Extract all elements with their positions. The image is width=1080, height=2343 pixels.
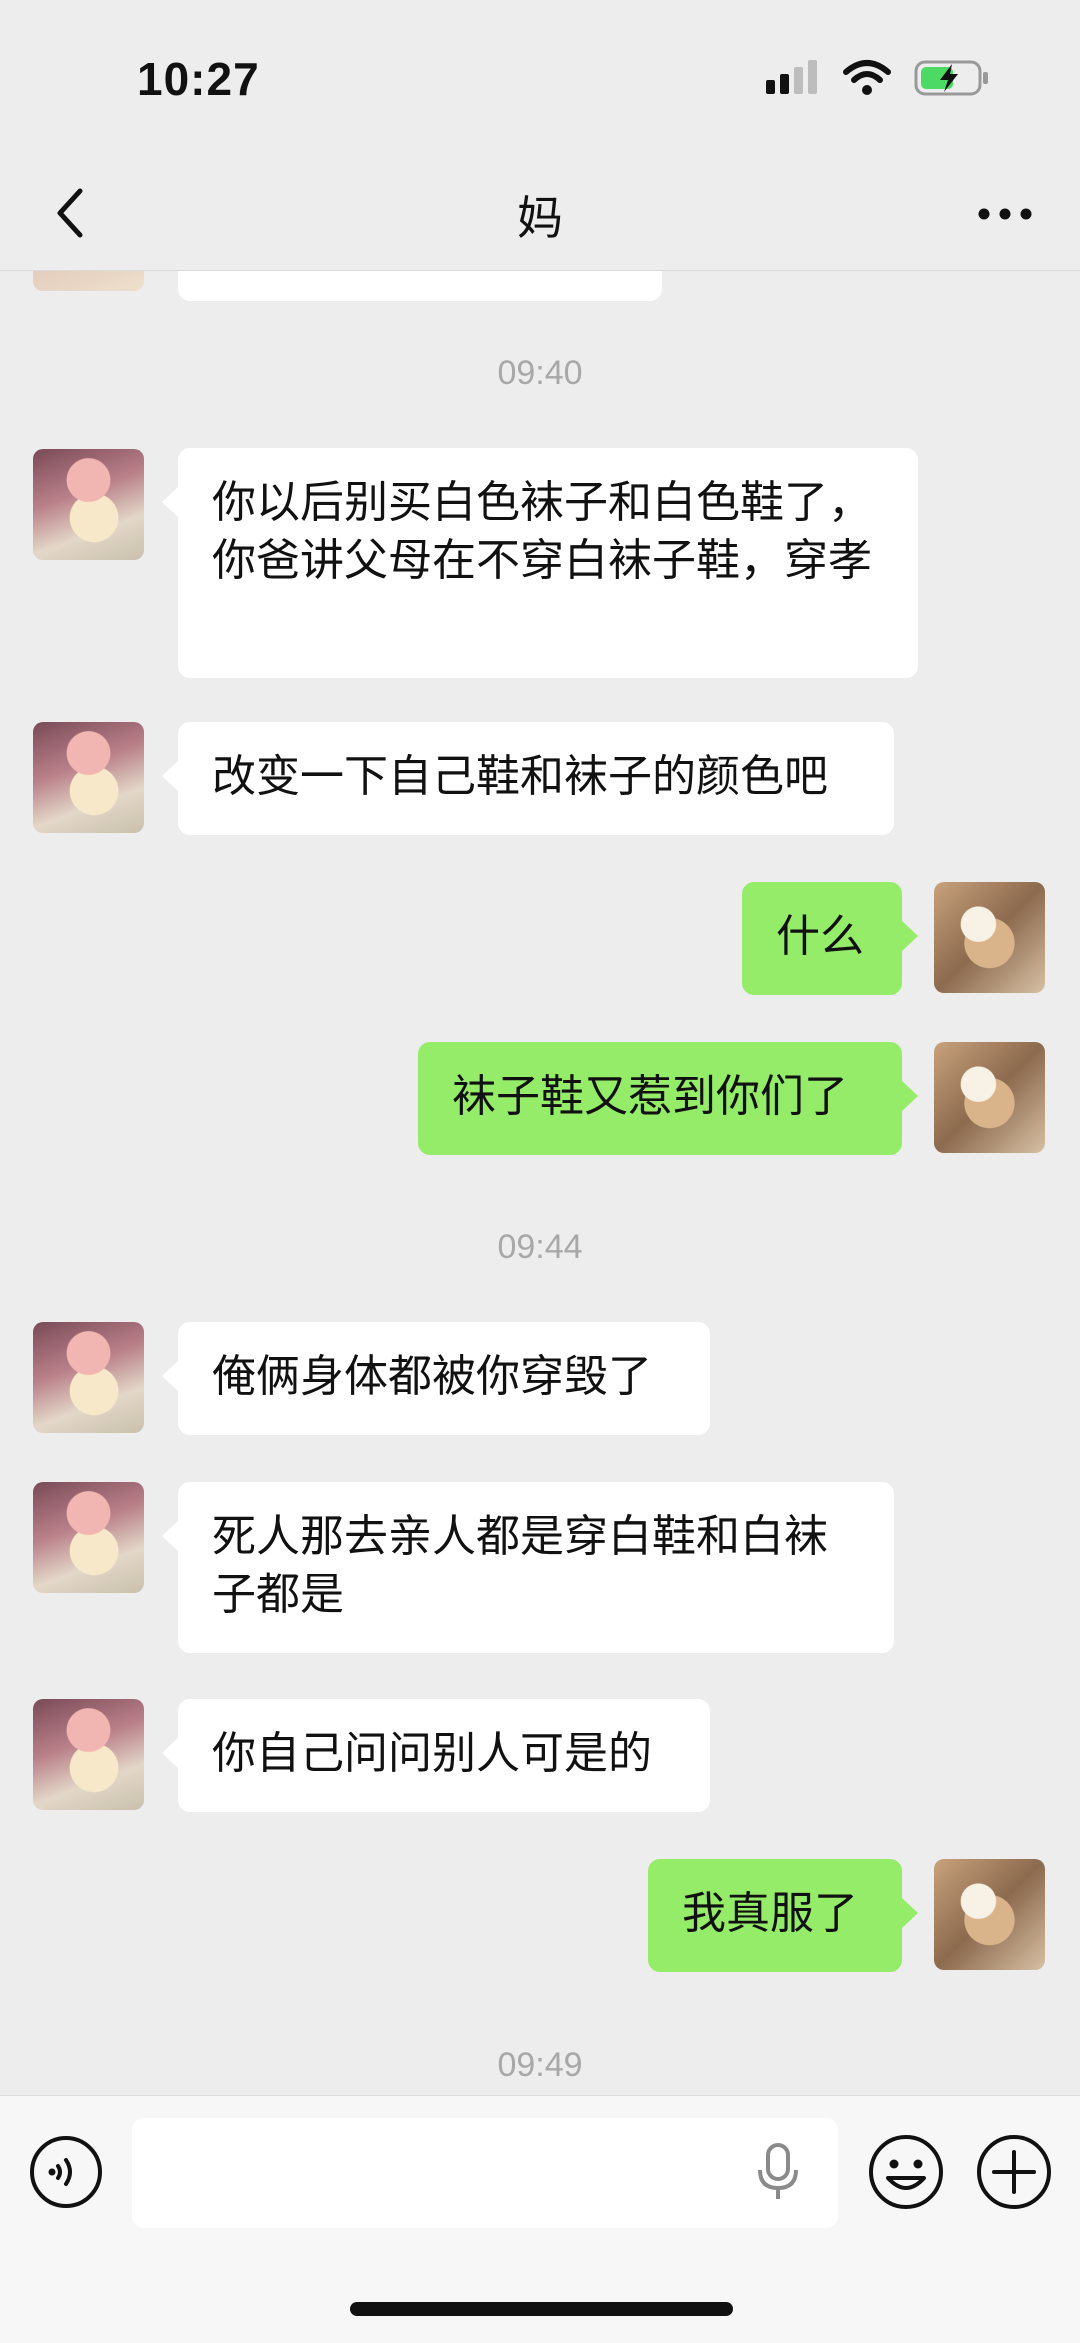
emoji-button[interactable] (866, 2134, 946, 2214)
avatar-me[interactable] (934, 1859, 1045, 1970)
message-text: 改变一下自己鞋和袜子的颜色吧 (212, 751, 828, 802)
message-text: 袜子鞋又惹到你们了 (452, 1071, 848, 1122)
signal-icon (764, 58, 820, 102)
message-text: 俺俩身体都被你穿毁了 (212, 1351, 652, 1402)
avatar-mom[interactable] (33, 722, 144, 833)
emoji-icon (866, 2132, 946, 2216)
message-text: 你以后别买白色袜子和白色鞋了，你爸讲父母在不穿白袜子鞋，穿孝 (212, 477, 872, 586)
message-bubble-partial[interactable] (178, 271, 662, 301)
more-functions-button[interactable] (974, 2134, 1054, 2214)
message-bubble-incoming[interactable]: 俺俩身体都被你穿毁了 (162, 1322, 710, 1435)
message-bubble-outgoing[interactable]: 我真服了 (648, 1859, 918, 1972)
status-bar: 10:27 (0, 0, 1080, 160)
chat-title: 妈 (517, 191, 563, 245)
more-button[interactable] (970, 190, 1040, 240)
avatar-mom[interactable] (33, 271, 144, 291)
message-input[interactable] (132, 2118, 838, 2228)
microphone-icon (756, 2142, 800, 2206)
message-bubble-incoming[interactable]: 死人那去亲人都是穿白鞋和白袜子都是 (162, 1482, 894, 1653)
microphone-button[interactable] (746, 2142, 810, 2206)
timestamp: 09:44 (497, 1228, 583, 1266)
nav-bar: 妈 (0, 160, 1080, 271)
plus-icon (974, 2132, 1054, 2216)
avatar-mom[interactable] (33, 1699, 144, 1810)
message-text: 死人那去亲人都是穿白鞋和白袜子都是 (212, 1511, 828, 1620)
wifi-icon (842, 58, 892, 102)
home-indicator[interactable] (350, 2302, 733, 2316)
message-bubble-incoming[interactable]: 你自己问问别人可是的 (162, 1699, 710, 1812)
message-bubble-outgoing[interactable]: 袜子鞋又惹到你们了 (418, 1042, 918, 1155)
message-text: 我真服了 (682, 1888, 858, 1939)
avatar-mom[interactable] (33, 449, 144, 560)
chat-area[interactable]: 09:40 你以后别买白色袜子和白色鞋了，你爸讲父母在不穿白袜子鞋，穿孝 改变一… (0, 271, 1080, 2095)
message-text: 什么 (776, 911, 864, 962)
voice-toggle-button[interactable] (28, 2136, 104, 2212)
message-bubble-incoming[interactable]: 你以后别买白色袜子和白色鞋了，你爸讲父母在不穿白袜子鞋，穿孝 (162, 448, 918, 678)
message-bubble-incoming[interactable]: 改变一下自己鞋和袜子的颜色吧 (162, 722, 894, 835)
avatar-me[interactable] (934, 882, 1045, 993)
message-text: 你自己问问别人可是的 (212, 1728, 652, 1779)
message-bubble-outgoing[interactable]: 什么 (742, 882, 918, 995)
more-dots-icon (977, 206, 1033, 225)
status-icons (764, 58, 990, 102)
battery-charging-icon (914, 58, 990, 102)
timestamp: 09:40 (497, 354, 583, 392)
timestamp: 09:49 (497, 2046, 583, 2084)
avatar-mom[interactable] (33, 1322, 144, 1433)
avatar-mom[interactable] (33, 1482, 144, 1593)
status-time: 10:27 (137, 53, 260, 105)
voice-icon (28, 2134, 104, 2214)
avatar-me[interactable] (934, 1042, 1045, 1153)
